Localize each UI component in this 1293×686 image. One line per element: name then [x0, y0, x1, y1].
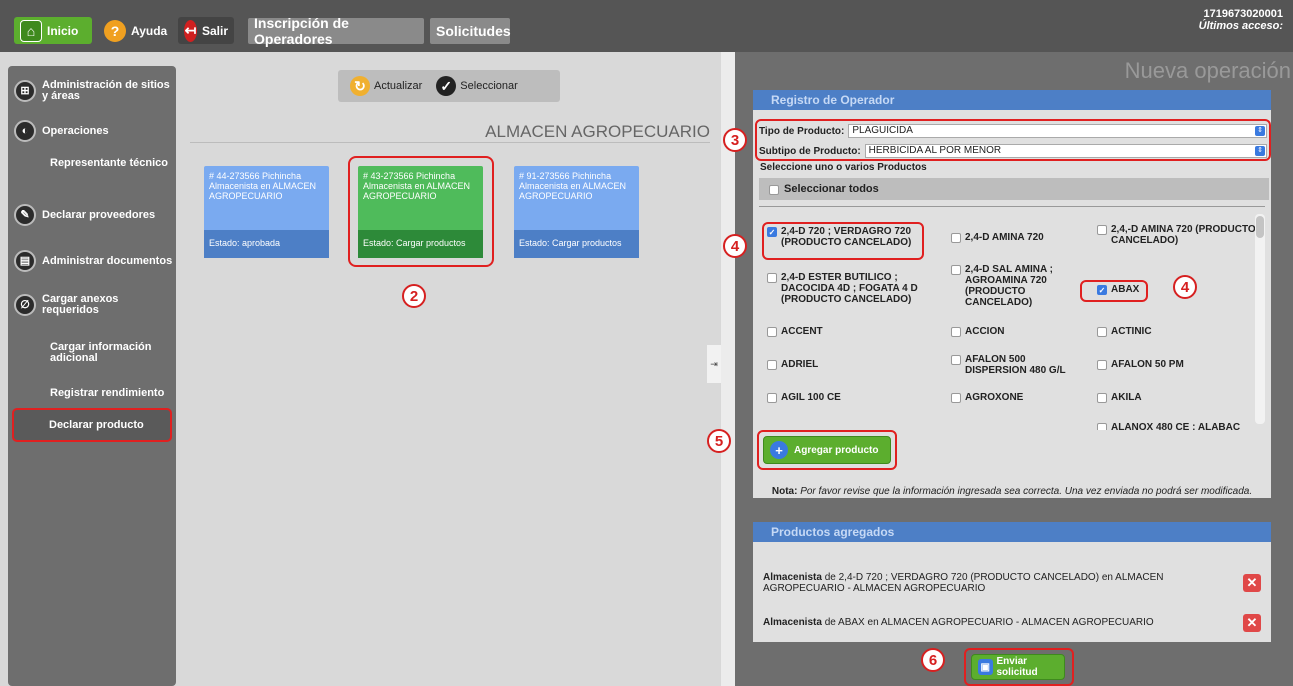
highlight-box	[1080, 280, 1148, 302]
checkbox[interactable]	[767, 273, 777, 283]
toolbar: ↻ Actualizar ✓ Seleccionar	[338, 70, 560, 102]
operation-card[interactable]: # 91-273566 Pichincha Almacenista en ALM…	[514, 166, 639, 258]
almacen-title: ALMACEN AGROPECUARIO	[485, 122, 710, 141]
inicio-button[interactable]: ⌂ Inicio	[14, 17, 92, 44]
product-item[interactable]: AKILA	[1097, 392, 1267, 403]
sidebar-item-rendimiento[interactable]: Registrar rendimiento	[14, 388, 174, 399]
page-title: Nueva operación	[1124, 58, 1291, 83]
checkbox[interactable]	[951, 355, 961, 365]
delete-icon[interactable]: ✕	[1243, 614, 1261, 632]
center-panel: ↻ Actualizar ✓ Seleccionar ALMACEN AGROP…	[180, 52, 720, 686]
select-all-row[interactable]: Seleccionar todos	[759, 178, 1269, 200]
highlight-box	[755, 119, 1271, 161]
user-info: 1719673020001 Últimos acceso:	[1199, 8, 1283, 32]
product-item[interactable]: ACCENT	[767, 326, 937, 337]
seleccionar-button[interactable]: ✓ Seleccionar	[436, 76, 518, 96]
checkbox[interactable]	[951, 265, 961, 275]
checkbox[interactable]	[769, 184, 779, 195]
checkbox[interactable]	[1097, 225, 1107, 235]
step-marker-5: 5	[707, 429, 731, 453]
paperclip-icon: ∅	[14, 294, 36, 316]
checkbox[interactable]	[951, 393, 961, 403]
home-icon: ⌂	[20, 19, 42, 42]
divider	[190, 142, 710, 143]
panel-title: Registro de Operador	[753, 90, 1271, 110]
sidebar-item-sitios[interactable]: ⊞ Administración de sitios y áreas	[14, 80, 174, 102]
operations-icon: ◐	[14, 120, 36, 142]
product-item[interactable]: AFALON 50 PM	[1097, 359, 1267, 370]
checkbox[interactable]	[1097, 327, 1107, 337]
product-item[interactable]: 2,4-D SAL AMINA ; AGROAMINA 720 (PRODUCT…	[951, 264, 1081, 308]
scroll-thumb[interactable]	[1256, 216, 1264, 238]
product-item[interactable]: ACCION	[951, 326, 1121, 337]
operation-card[interactable]: # 44-273566 Pichincha Almacenista en ALM…	[204, 166, 329, 258]
checkbox[interactable]	[951, 327, 961, 337]
sidebar-item-operaciones[interactable]: ◐ Operaciones	[14, 120, 174, 142]
product-item[interactable]: ADRIEL	[767, 359, 937, 370]
delete-icon[interactable]: ✕	[1243, 574, 1261, 592]
checkbox[interactable]	[1097, 360, 1107, 370]
agregados-panel: Productos agregados Almacenista de 2,4-D…	[753, 522, 1271, 642]
card-status: Estado: Cargar productos	[514, 230, 639, 258]
sidebar-item-representante[interactable]: Representante técnico	[14, 158, 174, 169]
sidebar: ⊞ Administración de sitios y áreas ◐ Ope…	[8, 66, 176, 686]
last-access-label: Últimos acceso:	[1198, 20, 1283, 32]
documents-icon: ▤	[14, 250, 36, 272]
checkbox[interactable]	[767, 360, 777, 370]
agregados-title: Productos agregados	[753, 522, 1271, 542]
select-icon: ✓	[436, 76, 457, 96]
nota-text: Nota: Por favor revise que la informació…	[771, 486, 1253, 497]
actualizar-button[interactable]: ↻ Actualizar	[350, 76, 422, 96]
highlight-box	[762, 222, 924, 260]
product-scrollbar[interactable]	[1255, 214, 1265, 424]
checkbox[interactable]	[1097, 393, 1107, 403]
product-item[interactable]: AFALON 500 DISPERSION 480 G/L	[951, 354, 1081, 376]
help-icon: ?	[104, 19, 126, 42]
providers-icon: ✎	[14, 204, 36, 226]
tab-inscripcion[interactable]: Inscripción de Operadores	[248, 15, 424, 47]
ayuda-button[interactable]: ? Ayuda	[98, 17, 174, 44]
product-item[interactable]: AGROXONE	[951, 392, 1121, 403]
product-item[interactable]: ACTINIC	[1097, 326, 1267, 337]
step-marker-4b: 4	[1173, 275, 1197, 299]
checkbox[interactable]	[951, 233, 961, 243]
product-item[interactable]: AGIL 100 CE	[767, 392, 937, 403]
step-marker-6: 6	[921, 648, 945, 672]
salir-button[interactable]: ↤ Salir	[178, 17, 234, 44]
step-marker-2: 2	[402, 284, 426, 308]
sidebar-item-informacion[interactable]: Cargar información adicional	[14, 342, 174, 364]
top-bar: ⌂ Inicio ? Ayuda ↤ Salir Inscripción de …	[0, 0, 1293, 52]
divider	[759, 206, 1265, 207]
step-marker-4: 4	[723, 234, 747, 258]
card-status: Estado: aprobada	[204, 230, 329, 258]
exit-icon: ↤	[184, 19, 197, 42]
highlight-box	[348, 156, 494, 267]
highlight-box	[757, 430, 897, 470]
sidebar-item-anexos[interactable]: ∅ Cargar anexos requeridos	[14, 294, 174, 316]
checkbox[interactable]	[767, 393, 777, 403]
tab-solicitudes[interactable]: Solicitudes	[430, 18, 511, 44]
product-item[interactable]: 2,4,-D AMINA 720 (PRODUCTO CANCELADO)	[1097, 224, 1267, 246]
sitemap-icon: ⊞	[14, 80, 36, 102]
products-label: Seleccione uno o varios Productos	[760, 162, 927, 173]
refresh-icon: ↻	[350, 76, 370, 96]
product-item[interactable]: ALANOX 480 CE ; ALABAC	[1097, 422, 1267, 430]
right-panel: Nueva operación Registro de Operador Tip…	[707, 52, 1293, 686]
collapse-handle[interactable]: ⇥	[707, 345, 721, 383]
highlight-box	[964, 648, 1074, 686]
product-item[interactable]: 2,4-D ESTER BUTILICO ; DACOCIDA 4D ; FOG…	[767, 272, 937, 305]
step-marker-3: 3	[723, 128, 747, 152]
checkbox[interactable]	[1097, 423, 1107, 430]
sidebar-item-declarar-producto[interactable]: Declarar producto	[12, 408, 172, 442]
sidebar-item-documentos[interactable]: ▤ Administrar documentos	[14, 250, 174, 272]
checkbox[interactable]	[767, 327, 777, 337]
user-id: 1719673020001	[1203, 8, 1283, 20]
agregado-row: Almacenista de 2,4-D 720 ; VERDAGRO 720 …	[763, 572, 1261, 594]
agregado-row: Almacenista de ABAX en ALMACEN AGROPECUA…	[763, 614, 1261, 632]
product-item[interactable]: 2,4-D AMINA 720	[951, 232, 1121, 243]
sidebar-item-proveedores[interactable]: ✎ Declarar proveedores	[14, 204, 174, 226]
